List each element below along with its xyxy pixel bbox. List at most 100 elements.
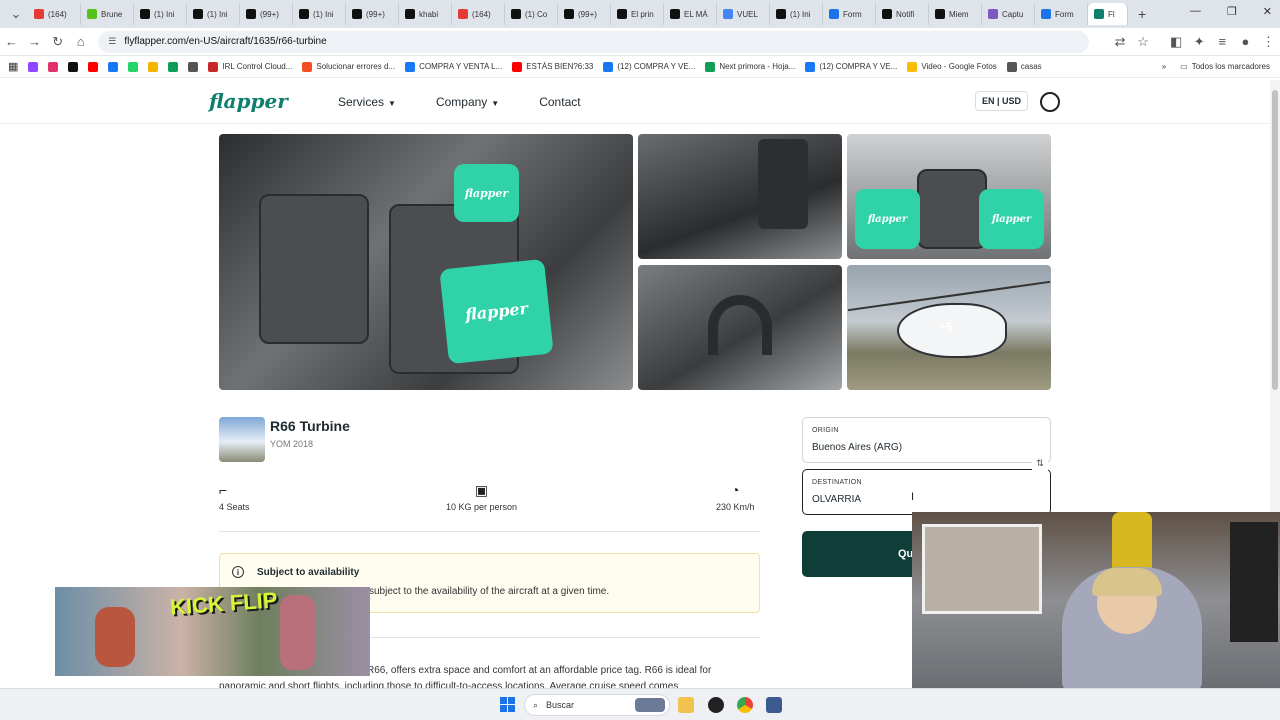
- bookmark-favicon-icon: [705, 61, 716, 72]
- tab-label: VUEL: [737, 9, 758, 19]
- bookmark-star-icon[interactable]: ☆: [1132, 34, 1155, 50]
- account-icon[interactable]: [1040, 92, 1060, 112]
- browser-tab[interactable]: Form: [823, 3, 876, 25]
- bookmark-item[interactable]: (12) COMPRA Y VE...: [603, 61, 696, 72]
- bookmark-label: Solucionar errores d...: [316, 62, 396, 71]
- profile-avatar-icon[interactable]: ●: [1234, 34, 1257, 49]
- browser-tab[interactable]: (1) Co: [505, 3, 558, 25]
- tab-search-icon[interactable]: ⌄: [4, 6, 28, 22]
- tab-label: (1) Ini: [154, 9, 175, 19]
- browser-tab[interactable]: (1) Ini: [770, 3, 823, 25]
- windows-start-icon[interactable]: [500, 697, 515, 712]
- browser-tab[interactable]: Miem: [929, 3, 982, 25]
- browser-tab[interactable]: EL MÁ: [664, 3, 717, 25]
- swap-route-icon[interactable]: ⇅: [1032, 458, 1048, 472]
- reload-icon[interactable]: ↻: [46, 34, 69, 50]
- bookmark-favicon-icon: [108, 61, 119, 72]
- browser-tab[interactable]: (1) Ini: [293, 3, 346, 25]
- taskbar-search[interactable]: ⌕ Buscar: [524, 694, 670, 716]
- reading-list-icon[interactable]: ≡: [1211, 34, 1234, 49]
- file-explorer-icon[interactable]: [678, 697, 694, 713]
- bookmark-item[interactable]: [88, 61, 99, 72]
- tab-label: Form: [1055, 9, 1074, 19]
- browser-tab[interactable]: Captu: [982, 3, 1035, 25]
- bookmark-item[interactable]: [148, 61, 159, 72]
- spec-luggage: ▣ 10 KG per person: [446, 482, 518, 512]
- bookmark-item[interactable]: IRL Control Cloud...: [208, 61, 292, 72]
- browser-tab[interactable]: (99+): [240, 3, 293, 25]
- home-icon[interactable]: ⌂: [69, 34, 92, 49]
- scrollbar-thumb[interactable]: [1272, 90, 1278, 390]
- browser-tab[interactable]: Form: [1035, 3, 1088, 25]
- bookmark-item[interactable]: [168, 61, 179, 72]
- browser-tab[interactable]: El prin: [611, 3, 664, 25]
- seat-shape: [917, 169, 987, 249]
- tab-label: (99+): [260, 9, 279, 19]
- apps-grid-icon[interactable]: ▦: [8, 60, 18, 73]
- browser-tab[interactable]: Notifi: [876, 3, 929, 25]
- snipping-tool-icon[interactable]: [766, 697, 782, 713]
- photo-seats[interactable]: flapper flapper: [847, 134, 1051, 259]
- tab-favicon-icon: [193, 9, 203, 19]
- bookmark-item[interactable]: casas: [1006, 61, 1042, 72]
- origin-field[interactable]: ORIGIN Buenos Aires (ARG): [802, 417, 1051, 463]
- new-tab-button[interactable]: +: [1138, 6, 1146, 22]
- browser-tab[interactable]: (99+): [558, 3, 611, 25]
- nav-company[interactable]: Company ▼: [436, 95, 499, 109]
- forward-icon[interactable]: →: [23, 34, 46, 49]
- menu-dots-icon[interactable]: ⋮: [1257, 34, 1280, 50]
- close-window-icon[interactable]: ✕: [1263, 5, 1272, 18]
- aircraft-thumbnail: [219, 417, 265, 462]
- tab-label: Form: [843, 9, 862, 19]
- extension-icon[interactable]: ◧: [1165, 34, 1188, 50]
- destination-field[interactable]: DESTINATION OLVARRIA: [802, 469, 1051, 515]
- spec-seats: ⌐ 4 Seats: [219, 482, 250, 512]
- minimize-icon[interactable]: —: [1190, 5, 1201, 18]
- all-bookmarks-folder[interactable]: ▭ Todos los marcadores: [1180, 62, 1270, 71]
- browser-tab[interactable]: VUEL: [717, 3, 770, 25]
- browser-tab[interactable]: (1) Ini: [134, 3, 187, 25]
- photo-exterior[interactable]: +5: [847, 265, 1051, 390]
- photo-headset[interactable]: [638, 265, 842, 390]
- nav-services[interactable]: Services ▼: [338, 95, 396, 109]
- bookmark-label: (12) COMPRA Y VE...: [617, 62, 696, 71]
- bookmark-favicon-icon: [148, 61, 159, 72]
- bookmark-item[interactable]: Video - Google Fotos: [907, 61, 997, 72]
- translate-icon[interactable]: ⇄: [1109, 34, 1132, 50]
- bookmark-item[interactable]: [188, 61, 199, 72]
- more-bookmarks-icon[interactable]: »: [1162, 62, 1166, 71]
- bookmark-item[interactable]: [48, 61, 59, 72]
- back-icon[interactable]: ←: [0, 34, 23, 49]
- bookmark-item[interactable]: ESTÁS BIEN?6:33: [512, 61, 593, 72]
- bookmark-item[interactable]: COMPRA Y VENTA L...: [405, 61, 502, 72]
- puzzle-icon[interactable]: ✦: [1188, 34, 1211, 50]
- bookmark-item[interactable]: [128, 61, 139, 72]
- browser-tab[interactable]: Brune: [81, 3, 134, 25]
- site-info-icon[interactable]: ☰: [108, 36, 116, 47]
- chrome-icon[interactable]: [737, 697, 753, 713]
- bookmark-favicon-icon: [512, 61, 523, 72]
- browser-tab[interactable]: Fl: [1088, 3, 1128, 25]
- flapper-logo[interactable]: flapper: [209, 89, 288, 113]
- bookmark-item[interactable]: [68, 61, 79, 72]
- browser-tab[interactable]: khabi: [399, 3, 452, 25]
- photo-cockpit[interactable]: [638, 134, 842, 259]
- browser-tab[interactable]: (1) Ini: [187, 3, 240, 25]
- browser-tab[interactable]: (164): [28, 3, 81, 25]
- tab-favicon-icon: [1041, 9, 1051, 19]
- bookmark-label: casas: [1020, 62, 1042, 71]
- language-currency-selector[interactable]: EN | USD: [975, 91, 1029, 111]
- bookmark-item[interactable]: [108, 61, 119, 72]
- bookmark-item[interactable]: Next primora - Hoja...: [705, 61, 795, 72]
- app-icon[interactable]: [708, 697, 724, 713]
- url-input[interactable]: ☰ flyflapper.com/en-US/aircraft/1635/r66…: [98, 30, 1089, 53]
- bookmark-item[interactable]: [28, 61, 39, 72]
- tab-label: Brune: [101, 9, 123, 19]
- bookmark-item[interactable]: Solucionar errores d...: [302, 61, 396, 72]
- bookmark-item[interactable]: (12) COMPRA Y VE...: [805, 61, 897, 72]
- browser-tab[interactable]: (99+): [346, 3, 399, 25]
- main-photo-cabin[interactable]: flapper flapper: [219, 134, 633, 390]
- browser-tab[interactable]: (164): [452, 3, 505, 25]
- maximize-icon[interactable]: ❐: [1227, 5, 1237, 18]
- nav-contact[interactable]: Contact: [539, 95, 580, 109]
